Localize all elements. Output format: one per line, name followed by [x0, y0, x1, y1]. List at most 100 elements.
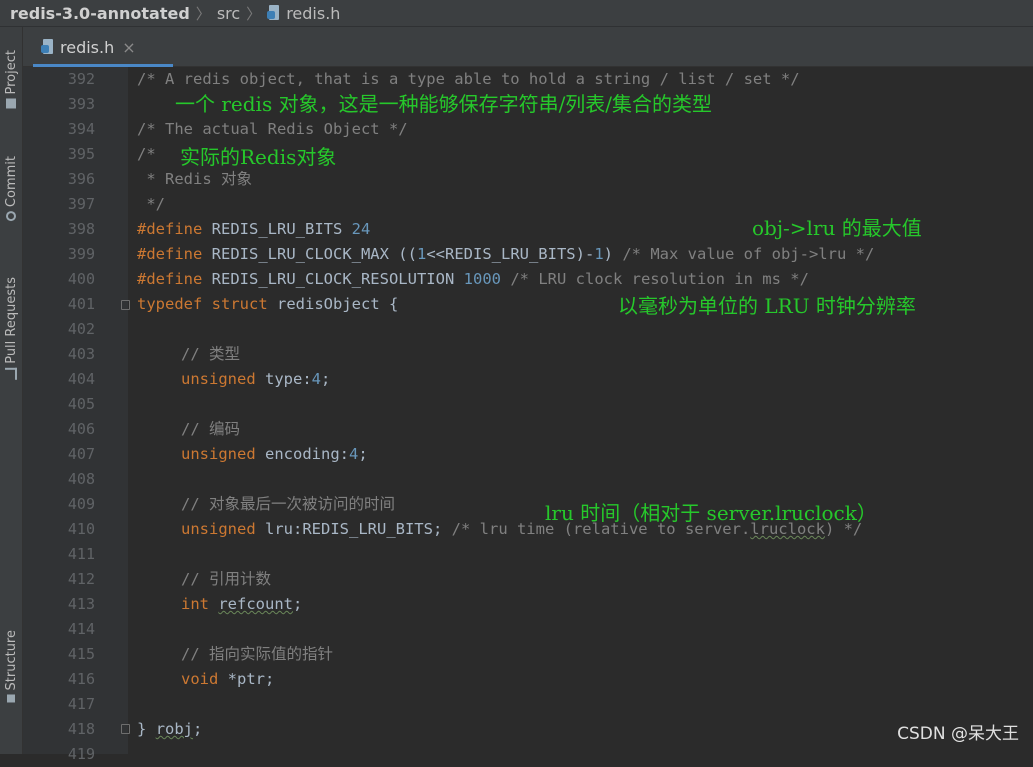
commit-tool-tab[interactable]: Commit: [1, 145, 21, 237]
line-number: 396: [67, 170, 95, 188]
define-keyword: #define: [137, 220, 203, 238]
line-number: 395: [67, 145, 95, 163]
code-text: lru:REDIS_LRU_BITS;: [265, 520, 443, 538]
editor-tab-bar: redis.h ×: [23, 27, 1033, 67]
annotation-line-409: lru 时间（相对于 server.lruclock）: [545, 501, 877, 525]
breadcrumb-folder[interactable]: src: [217, 4, 240, 23]
code-comment: // 引用计数: [181, 570, 271, 588]
tool-window-sidebar: Project Commit Pull Requests Structure: [0, 27, 23, 754]
line-number: 412: [67, 570, 95, 588]
line-number: 411: [67, 545, 95, 563]
code-line: */: [137, 195, 165, 213]
typedef-keyword: typedef struct: [137, 295, 268, 313]
structure-tool-tab[interactable]: Structure: [1, 627, 21, 709]
line-number: 407: [67, 445, 95, 463]
code-line: unsigned type:4;: [181, 367, 330, 392]
code-text: ;: [193, 720, 203, 738]
line-number-gutter[interactable]: 392 393 394 395 396 397 398 399 400 401 …: [23, 67, 130, 763]
number-literal: 24: [351, 220, 371, 238]
watermark: CSDN @呆大王: [897, 724, 1019, 744]
void-keyword: void: [181, 670, 219, 688]
folder-icon: [6, 98, 16, 109]
line-number: 413: [67, 595, 95, 613]
code-line: #define REDIS_LRU_CLOCK_MAX ((1<<REDIS_L…: [137, 242, 874, 267]
code-text: }: [137, 720, 147, 738]
tab-redis-h[interactable]: redis.h ×: [33, 27, 173, 67]
code-line: #define REDIS_LRU_BITS 24: [137, 217, 370, 242]
annotation-line-393: 一个 redis 对象，这是一种能够保存字符串/列表/集合的类型: [175, 92, 713, 116]
code-text: ;: [293, 595, 303, 613]
close-icon[interactable]: ×: [122, 38, 135, 57]
define-keyword: #define: [137, 245, 203, 263]
code-text: <<REDIS_LRU_BITS)-: [426, 245, 595, 263]
number-literal: 4: [349, 445, 359, 463]
breadcrumb-separator-icon: 〉: [246, 4, 262, 23]
line-number: 397: [67, 195, 95, 213]
code-line: /*: [137, 145, 156, 163]
number-literal: 1: [416, 245, 427, 263]
project-tool-tab[interactable]: Project: [1, 35, 21, 127]
code-line: * Redis 对象: [137, 170, 252, 188]
macro-name: REDIS_LRU_CLOCK_RESOLUTION: [211, 270, 455, 288]
code-editor[interactable]: /* A redis object, that is a type able t…: [137, 67, 1027, 754]
line-number: 402: [67, 320, 95, 338]
line-number: 410: [67, 520, 95, 538]
line-number: 401: [67, 295, 95, 313]
code-text: ): [603, 245, 613, 263]
fold-end-icon[interactable]: [121, 724, 130, 734]
code-line: #define REDIS_LRU_CLOCK_RESOLUTION 1000 …: [137, 267, 809, 292]
breadcrumb-separator-icon: 〉: [195, 4, 211, 23]
number-literal: 1000: [463, 270, 501, 288]
code-line: /* The actual Redis Object */: [137, 120, 408, 138]
define-keyword: #define: [137, 270, 203, 288]
structure-icon: [7, 694, 15, 703]
tab-label: redis.h: [60, 37, 115, 57]
code-line: } robj;: [137, 717, 202, 742]
unsigned-keyword: unsigned: [181, 520, 256, 538]
line-number: 398: [67, 220, 95, 238]
pull-request-icon: [5, 367, 17, 380]
line-number: 406: [67, 420, 95, 438]
code-line: /* A redis object, that is a type able t…: [137, 70, 800, 88]
pull-requests-tool-tab[interactable]: Pull Requests: [1, 265, 21, 395]
line-number: 404: [67, 370, 95, 388]
code-line: unsigned encoding:4;: [181, 442, 368, 467]
breadcrumb: redis-3.0-annotated 〉 src 〉 redis.h: [0, 0, 1033, 27]
code-line: void *ptr;: [181, 667, 274, 692]
code-comment: // 类型: [181, 345, 240, 363]
c-header-file-icon: [267, 5, 281, 21]
line-number: 394: [67, 120, 95, 138]
code-comment: // 指向实际值的指针: [181, 645, 333, 663]
code-text: ;: [321, 370, 331, 388]
code-comment: /* LRU clock resolution in ms */: [510, 270, 809, 288]
annotation-line-398: obj->lru 的最大值: [752, 216, 922, 240]
code-text: redisObject {: [277, 295, 399, 313]
fold-start-icon[interactable]: [121, 300, 130, 310]
code-text: robj: [155, 720, 194, 738]
line-number: 405: [67, 395, 95, 413]
int-keyword: int: [181, 595, 209, 613]
breadcrumb-file[interactable]: redis.h: [286, 4, 340, 23]
code-text: encoding:: [265, 445, 349, 463]
line-number: 416: [67, 670, 95, 688]
annotation-line-395: 实际的Redis对象: [180, 145, 337, 169]
code-text: *ptr;: [227, 670, 275, 688]
line-number: 403: [67, 345, 95, 363]
line-number: 419: [67, 745, 95, 763]
code-text: REDIS_LRU_CLOCK_MAX ((: [211, 245, 417, 263]
annotation-line-401: 以毫秒为单位的 LRU 时钟分辨率: [618, 294, 916, 318]
code-text: type:: [265, 370, 312, 388]
line-number: 392: [67, 70, 95, 88]
line-number: 415: [67, 645, 95, 663]
c-header-file-icon: [41, 39, 55, 55]
line-number: 399: [67, 245, 95, 263]
line-number: 409: [67, 495, 95, 513]
line-number: 400: [67, 270, 95, 288]
breadcrumb-project[interactable]: redis-3.0-annotated: [10, 4, 190, 23]
code-comment: // 编码: [181, 420, 240, 438]
line-number: 418: [67, 720, 95, 738]
code-comment: /* Max value of obj->lru */: [622, 245, 875, 263]
commit-icon: [6, 211, 16, 222]
line-number: 393: [67, 95, 95, 113]
number-literal: 1: [594, 245, 604, 263]
